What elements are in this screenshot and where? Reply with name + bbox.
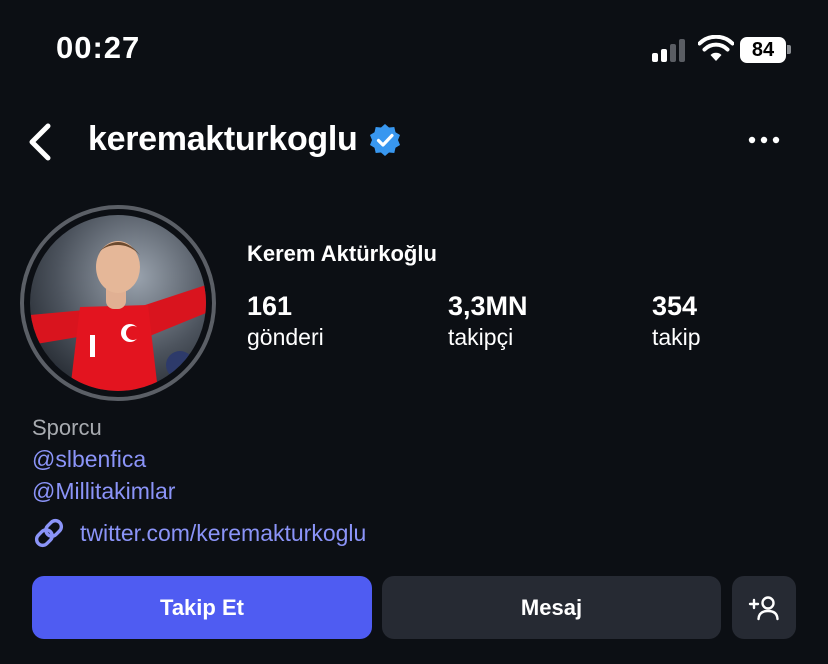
posts-stat[interactable]: 161 gönderi	[247, 290, 324, 352]
profile-photo	[30, 215, 206, 391]
followers-label: takipçi	[448, 324, 514, 350]
status-bar: 00:27 84	[0, 0, 828, 100]
link-icon	[34, 518, 64, 548]
mention-link[interactable]: @Millitakimlar	[32, 475, 175, 507]
cellular-signal-icon	[652, 38, 685, 62]
following-stat[interactable]: 354 takip	[652, 290, 701, 352]
status-time: 00:27	[56, 30, 141, 65]
profile-header: keremakturkoglu	[0, 110, 828, 174]
followers-count: 3,3MN	[448, 291, 528, 321]
more-horizontal-icon[interactable]	[744, 128, 784, 152]
avatar[interactable]	[20, 205, 216, 401]
mention-link[interactable]: @slbenfica	[32, 443, 175, 475]
following-label: takip	[652, 324, 701, 350]
chevron-left-icon[interactable]	[22, 118, 58, 166]
username-row: keremakturkoglu	[88, 120, 402, 159]
bio: Sporcu @slbenfica @Millitakimlar	[32, 413, 175, 507]
display-name: Kerem Aktürkoğlu	[247, 241, 437, 266]
profile-category: Sporcu	[32, 415, 102, 440]
battery-icon: 84	[740, 37, 791, 63]
suggested-users-button[interactable]	[732, 576, 796, 639]
posts-label: gönderi	[247, 324, 324, 350]
external-link[interactable]: twitter.com/keremakturkoglu	[32, 516, 366, 550]
external-link-text[interactable]: twitter.com/keremakturkoglu	[80, 520, 366, 547]
username: keremakturkoglu	[88, 120, 358, 158]
add-user-icon	[748, 595, 779, 620]
follow-button[interactable]: Takip Et	[32, 576, 372, 639]
wifi-icon	[698, 35, 734, 61]
posts-count: 161	[247, 291, 293, 321]
message-button[interactable]: Mesaj	[382, 576, 721, 639]
verified-badge-icon	[369, 123, 400, 156]
battery-level: 84	[740, 37, 786, 63]
following-count: 354	[652, 291, 698, 321]
followers-stat[interactable]: 3,3MN takipçi	[448, 290, 528, 352]
